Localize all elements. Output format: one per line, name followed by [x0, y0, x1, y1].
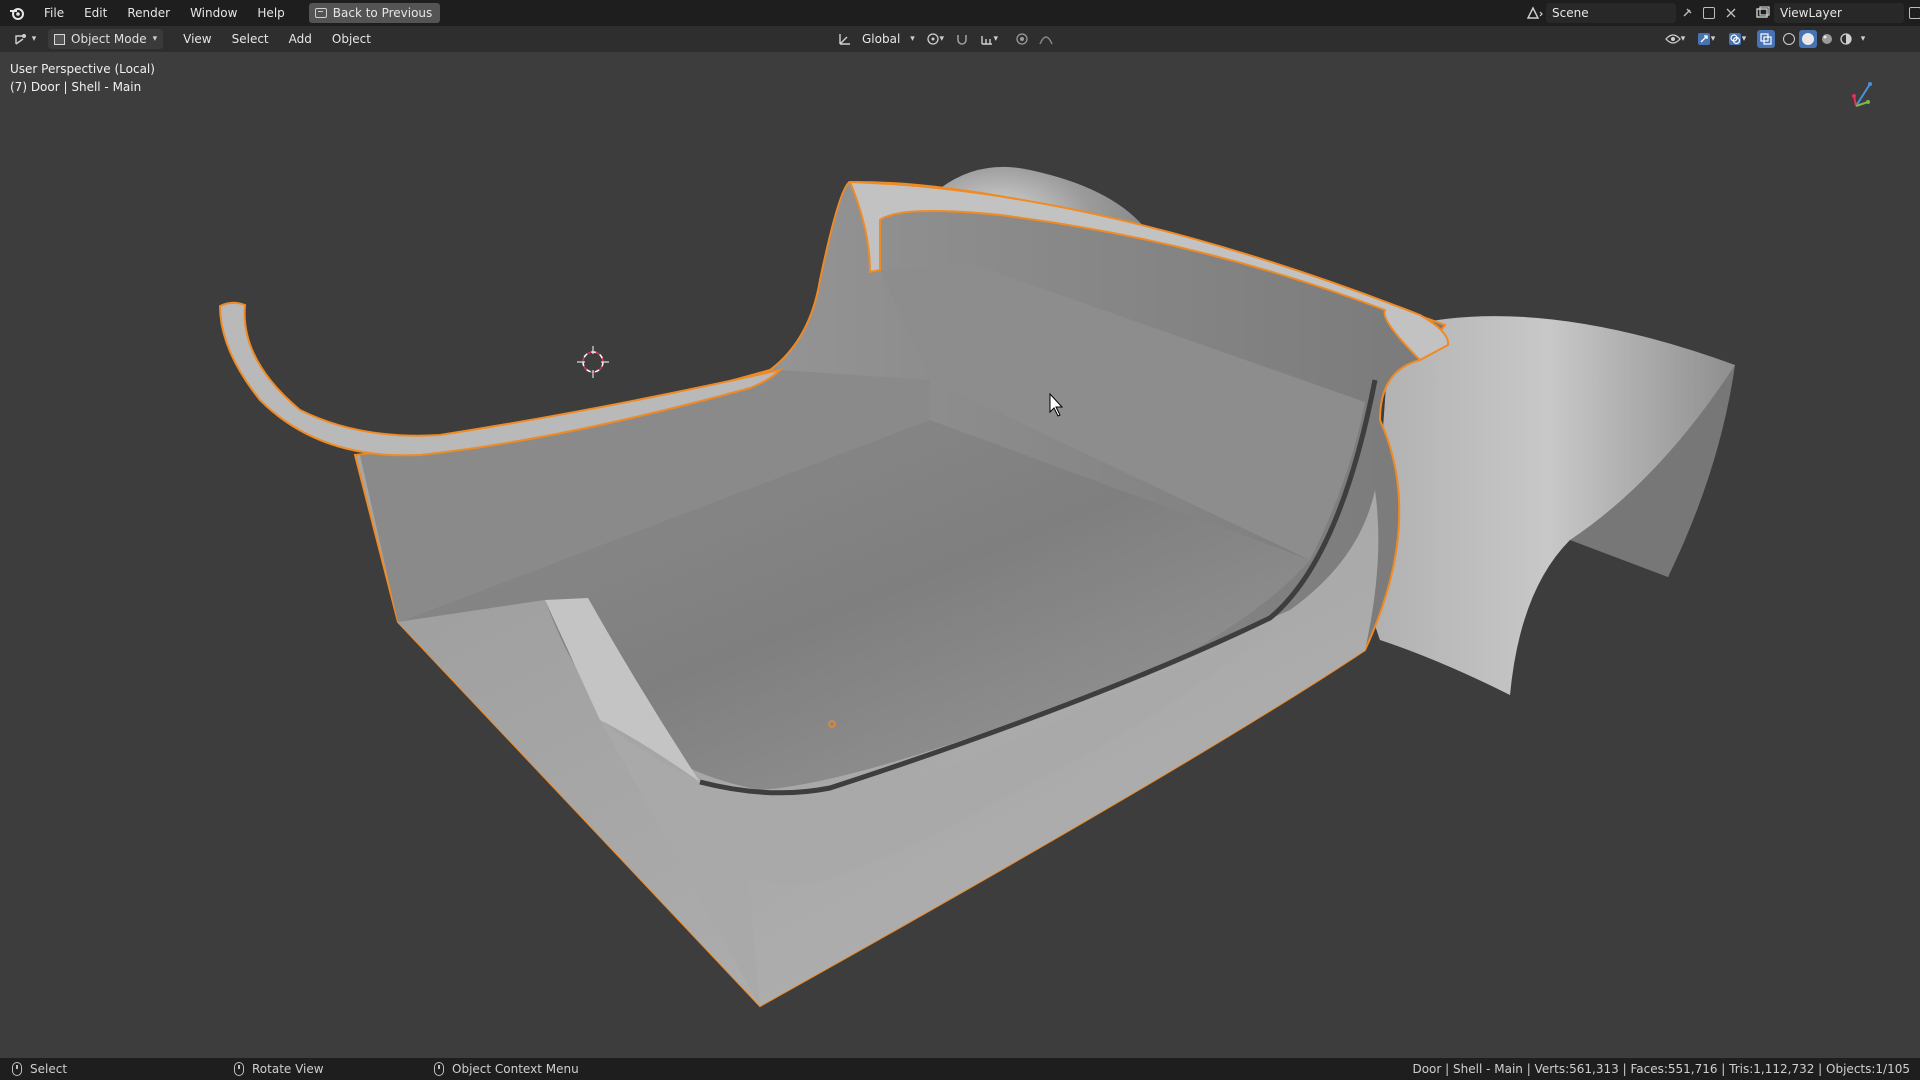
menu-select[interactable]: Select [222, 26, 279, 52]
3d-cursor-icon[interactable] [577, 346, 609, 378]
viewport-display-tools: ▾ ▾ ▾ ▾ [1660, 29, 1870, 49]
scene-name: Scene [1552, 6, 1589, 20]
status-rotate-label: Rotate View [252, 1062, 324, 1076]
left-mouse-icon [12, 1062, 22, 1076]
view-layer-browse-icon[interactable] [1752, 3, 1774, 23]
menu-object[interactable]: Object [322, 26, 381, 52]
menu-file[interactable]: File [34, 0, 74, 26]
object-mode-dropdown[interactable]: Object Mode ▾ [48, 29, 164, 49]
chevron-down-icon: ▾ [31, 34, 37, 44]
middle-mouse-icon [234, 1062, 244, 1076]
proportional-falloff-icon[interactable] [1035, 29, 1057, 49]
menu-edit[interactable]: Edit [74, 0, 117, 26]
overlays-toggle-icon[interactable]: ▾ [1722, 29, 1752, 49]
delete-scene-icon[interactable] [1720, 3, 1742, 23]
scene-name-field[interactable]: Scene [1546, 3, 1676, 23]
object-mode-icon [54, 33, 65, 45]
menu-render[interactable]: Render [117, 0, 180, 26]
shading-options-chevron-icon[interactable]: ▾ [1856, 29, 1870, 49]
mode-label: Object Mode [71, 32, 147, 46]
transform-tools: Global ▾ ▾ ▾ [834, 29, 1057, 49]
blender-logo-icon[interactable] [0, 0, 34, 26]
scene-statistics: Door | Shell - Main | Verts:561,313 | Fa… [1412, 1062, 1910, 1076]
solid-shading-icon[interactable] [1799, 30, 1817, 48]
proportional-editing-icon[interactable] [1011, 29, 1033, 49]
status-context-label: Object Context Menu [452, 1062, 579, 1076]
back-to-previous-button[interactable]: Back to Previous [308, 3, 441, 23]
door-shell-mesh[interactable] [0, 52, 1920, 1058]
3d-viewport[interactable]: User Perspective (Local) (7) Door | Shel… [0, 52, 1920, 1058]
status-context-hint: Object Context Menu [422, 1062, 579, 1076]
view-layer-field[interactable]: ViewLayer [1774, 3, 1904, 23]
status-select-hint: Select [0, 1062, 67, 1076]
wireframe-shading-icon[interactable] [1780, 30, 1798, 48]
status-bar: Select Rotate View Object Context Menu D… [0, 1058, 1920, 1080]
gizmo-toggle-icon[interactable]: ▾ [1691, 29, 1721, 49]
pivot-point-icon[interactable]: ▾ [921, 29, 949, 49]
right-mouse-icon [434, 1062, 444, 1076]
back-to-previous-label: Back to Previous [332, 6, 433, 20]
menu-view[interactable]: View [173, 26, 221, 52]
snap-toggle-icon[interactable] [951, 29, 973, 49]
new-view-layer-icon[interactable] [1904, 3, 1920, 23]
snap-target-icon[interactable]: ▾ [975, 29, 1003, 49]
pin-scene-icon[interactable] [1676, 3, 1698, 23]
transform-orientation-dropdown[interactable]: Global ▾ [858, 29, 919, 49]
status-rotate-hint: Rotate View [222, 1062, 324, 1076]
screen-back-icon [314, 8, 327, 18]
menu-add[interactable]: Add [279, 26, 322, 52]
chevron-down-icon: ▾ [910, 34, 915, 44]
status-select-label: Select [30, 1062, 68, 1076]
xray-toggle-icon[interactable] [1757, 30, 1775, 48]
transform-orientation-label: Global [862, 32, 901, 46]
menu-window[interactable]: Window [180, 0, 247, 26]
scene-selector-group: Scene ViewLayer [1524, 3, 1920, 23]
material-preview-icon[interactable] [1818, 30, 1836, 48]
scene-browse-icon[interactable] [1524, 3, 1546, 23]
3d-viewport-icon [15, 34, 26, 45]
chevron-down-icon: ▾ [152, 34, 158, 44]
view-layer-name: ViewLayer [1780, 6, 1842, 20]
rendered-shading-icon[interactable] [1837, 30, 1855, 48]
editor-type-selector[interactable]: ▾ [8, 29, 42, 49]
transform-orientation-icon[interactable] [834, 29, 856, 49]
selectability-visibility-icon[interactable]: ▾ [1660, 29, 1690, 49]
navigation-gizmo-icon[interactable] [1840, 66, 1880, 116]
new-scene-icon[interactable] [1698, 3, 1720, 23]
menu-help[interactable]: Help [247, 0, 294, 26]
